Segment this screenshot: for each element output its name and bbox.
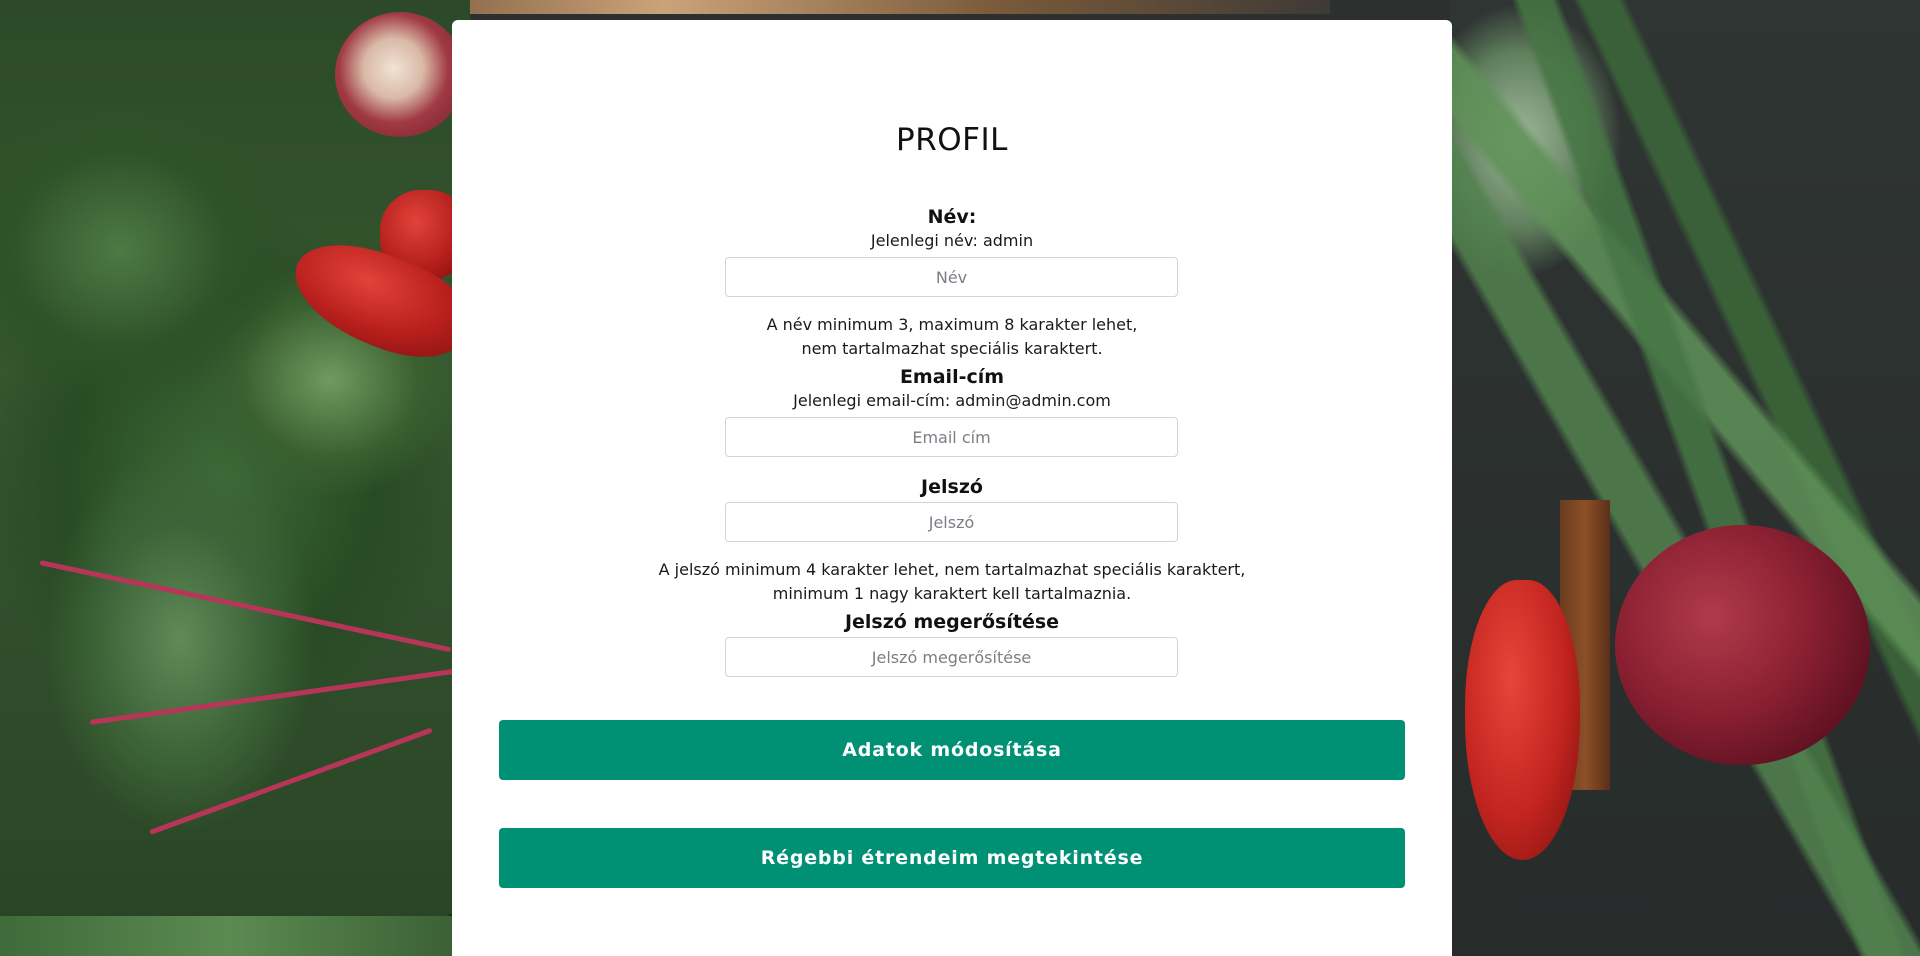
password-confirm-input[interactable] [725,637,1178,677]
profile-card: PROFIL Név: Jelenlegi név: admin A név m… [452,20,1452,956]
email-input[interactable] [725,417,1178,457]
password-hint-line2: minimum 1 nagy karaktert kell tartalmazn… [772,584,1132,603]
password-hint-line1: A jelszó minimum 4 karakter lehet, nem t… [658,560,1246,579]
current-email-text: Jelenlegi email-cím: admin@admin.com [793,391,1111,410]
red-pepper-image [1465,580,1580,860]
name-hint-line2: nem tartalmazhat speciális karaktert. [801,339,1103,358]
name-hint: A név minimum 3, maximum 8 karakter lehe… [452,313,1452,361]
password-section: Jelszó [452,475,1452,499]
page-title: PROFIL [896,122,1008,158]
password-label: Jelszó [921,476,983,498]
greens-bottom-image [0,916,460,956]
name-label: Név: [927,206,977,228]
email-label: Email-cím [899,366,1005,388]
pomegranate-image [1615,525,1870,765]
password-input[interactable] [725,502,1178,542]
update-data-button[interactable]: Adatok módosítása [499,720,1405,780]
name-hint-line1: A név minimum 3, maximum 8 karakter lehe… [766,315,1138,334]
password-confirm-section: Jelszó megerősítése [452,610,1452,634]
current-name-text: Jelenlegi név: admin [870,231,1034,250]
leafy-greens-image [0,0,470,920]
background-top-strip [330,0,1330,14]
pomegranate-image [335,12,465,137]
view-previous-diets-button[interactable]: Régebbi étrendeim megtekintése [499,828,1405,888]
password-confirm-label: Jelszó megerősítése [844,611,1060,633]
profile-page: PROFIL Név: Jelenlegi név: admin A név m… [0,0,1920,956]
name-section: Név: Jelenlegi név: admin [452,205,1452,253]
email-section: Email-cím Jelenlegi email-cím: admin@adm… [452,365,1452,413]
password-hint: A jelszó minimum 4 karakter lehet, nem t… [452,558,1452,606]
name-input[interactable] [725,257,1178,297]
